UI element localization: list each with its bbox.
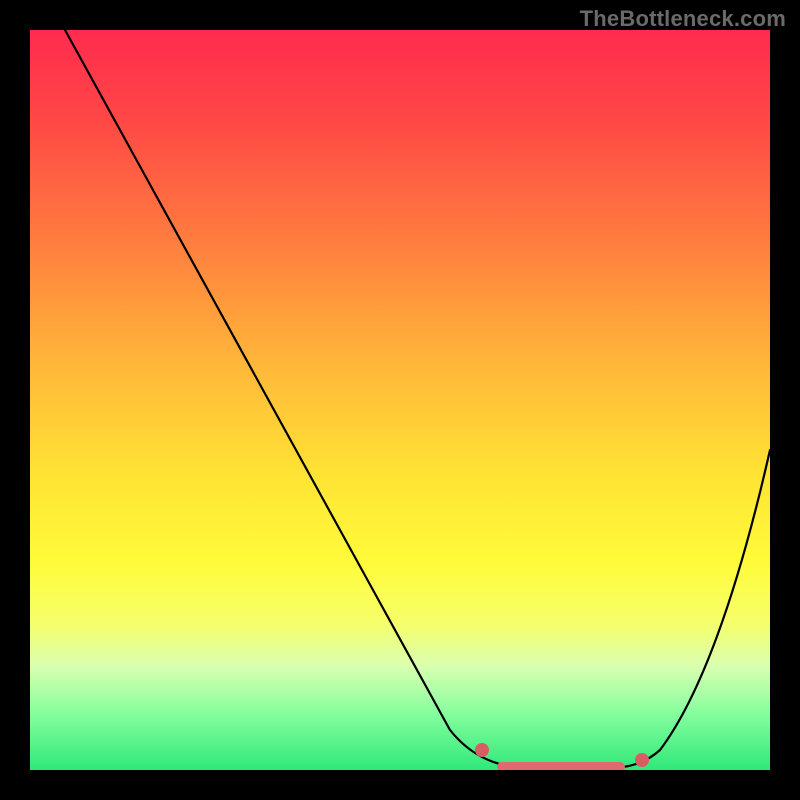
optimal-range-dot-left bbox=[475, 743, 489, 757]
chart-frame: TheBottleneck.com bbox=[0, 0, 800, 800]
bottleneck-curve bbox=[65, 30, 770, 768]
plot-svg bbox=[30, 30, 770, 770]
optimal-range-dot-right bbox=[635, 753, 649, 767]
plot-area bbox=[30, 30, 770, 770]
watermark-text: TheBottleneck.com bbox=[580, 6, 786, 32]
